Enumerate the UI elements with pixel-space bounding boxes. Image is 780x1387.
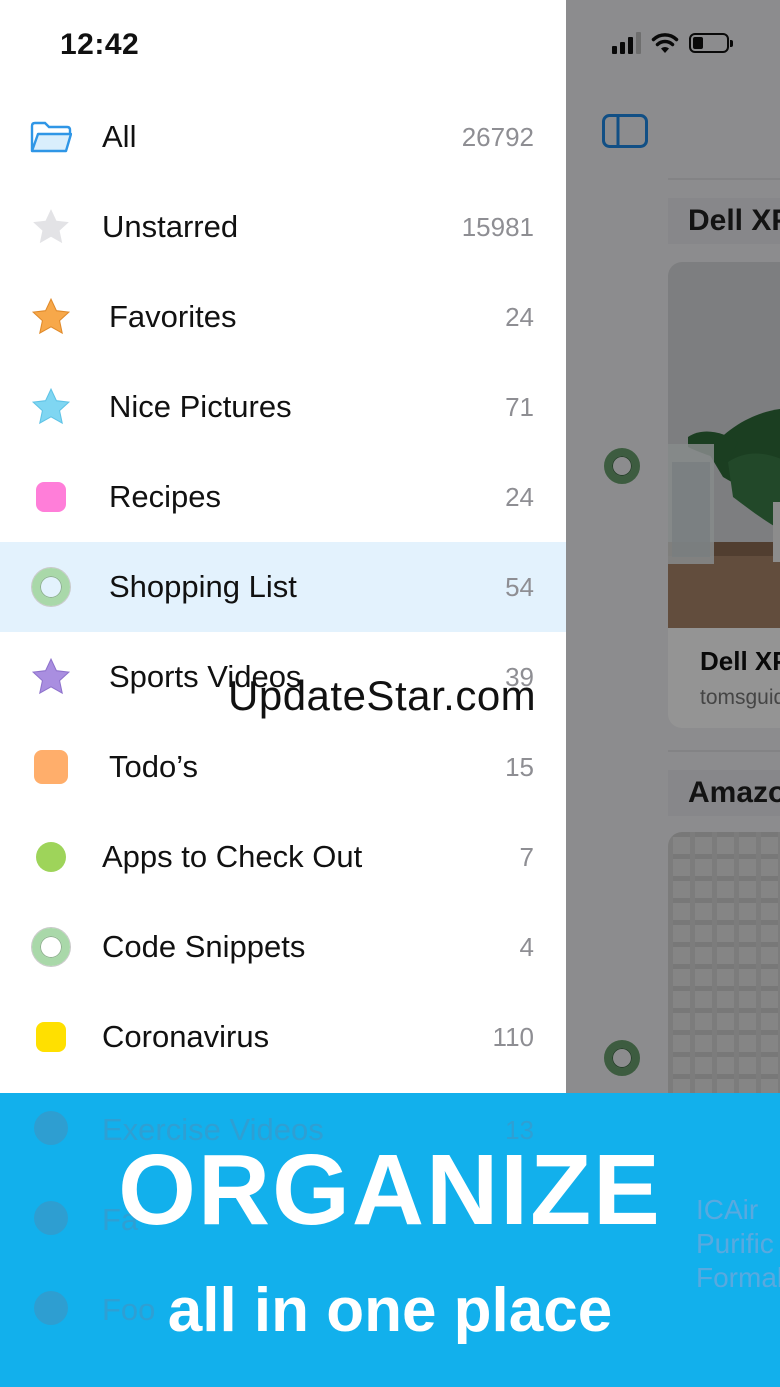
purple-star-icon xyxy=(30,656,72,698)
sidebar-item-label: All xyxy=(102,119,137,154)
yellow-square-icon xyxy=(30,1016,72,1058)
gray-star-icon xyxy=(30,206,72,248)
item-count: 110 xyxy=(492,1022,534,1052)
sidebar-item-label: Apps to Check Out xyxy=(102,839,363,874)
battery-icon xyxy=(689,33,733,53)
item-count: 71 xyxy=(505,392,534,422)
item-count: 24 xyxy=(505,302,534,332)
orange-star-icon xyxy=(30,296,72,338)
sidebar-item-apps-to-check-out[interactable]: Apps to Check Out 7 xyxy=(0,812,566,902)
sidebar-item-label: Todo’s xyxy=(109,749,199,784)
status-indicators xyxy=(612,32,733,54)
collection-ring-icon xyxy=(604,448,640,484)
promo-banner: Exercise Videos 13 Fa Foo ICAir Purific … xyxy=(0,1093,780,1387)
card-title: Dell XPS xyxy=(700,646,780,676)
item-count: 15 xyxy=(505,752,534,782)
item-count: 7 xyxy=(519,842,534,872)
card-source: tomsguide xyxy=(700,686,780,709)
banner-subline: all in one place xyxy=(167,1276,613,1345)
pink-square-icon xyxy=(30,476,72,518)
status-time: 12:42 xyxy=(60,28,140,61)
item-count: 4 xyxy=(519,932,534,962)
green-ring-icon xyxy=(30,566,72,608)
sidebar-item-coronavirus[interactable]: Coronavirus 110 xyxy=(0,992,566,1082)
sidebar-item-label: Unstarred xyxy=(102,209,239,244)
sidebar-item-shopping-list[interactable]: Shopping List 54 xyxy=(0,542,566,632)
divider xyxy=(668,750,780,752)
sidebar-item-label: Code Snippets xyxy=(102,929,306,964)
green-dot-icon xyxy=(30,836,72,878)
card-image xyxy=(668,832,780,1102)
sidebar-item-code-snippets[interactable]: Code Snippets 4 xyxy=(0,902,566,992)
item-count: 54 xyxy=(505,572,534,602)
sidebar-item-label: Coronavirus xyxy=(102,1019,270,1054)
section-title: Amazon xyxy=(668,770,780,816)
banner-headline: ORGANIZE xyxy=(118,1134,662,1246)
sidebar-item-unstarred[interactable]: Unstarred 15981 xyxy=(0,182,566,272)
card-image xyxy=(668,262,780,628)
divider xyxy=(668,178,780,180)
cyan-star-icon xyxy=(30,386,72,428)
sidebar-item-label: Shopping List xyxy=(109,569,297,604)
folder-icon xyxy=(30,116,72,158)
item-count: 15981 xyxy=(461,212,534,242)
section-title: Dell XPS xyxy=(668,198,780,244)
sidebar-item-todos[interactable]: Todo’s 15 xyxy=(0,722,566,812)
wifi-icon xyxy=(651,32,679,54)
sidebar-item-nice-pictures[interactable]: Nice Pictures 71 xyxy=(0,362,566,452)
sidebar-item-all[interactable]: All 26792 xyxy=(0,92,566,182)
bookmark-card[interactable]: Dell XPS tomsguide xyxy=(668,262,780,728)
watermark: UpdateStar.com xyxy=(228,672,537,719)
item-count: 24 xyxy=(505,482,534,512)
cellular-signal-icon xyxy=(612,32,641,54)
sidebar-toggle-icon[interactable] xyxy=(602,114,648,148)
sidebar-item-label: Nice Pictures xyxy=(109,389,292,424)
sidebar-item-recipes[interactable]: Recipes 24 xyxy=(0,452,566,542)
item-count: 26792 xyxy=(461,122,534,152)
sidebar-item-label: Favorites xyxy=(109,299,237,334)
sidebar-item-favorites[interactable]: Favorites 24 xyxy=(0,272,566,362)
sidebar-item-label: Recipes xyxy=(109,479,221,514)
orange-square-icon xyxy=(30,746,72,788)
green-ring-icon xyxy=(30,926,72,968)
collection-ring-icon xyxy=(604,1040,640,1076)
